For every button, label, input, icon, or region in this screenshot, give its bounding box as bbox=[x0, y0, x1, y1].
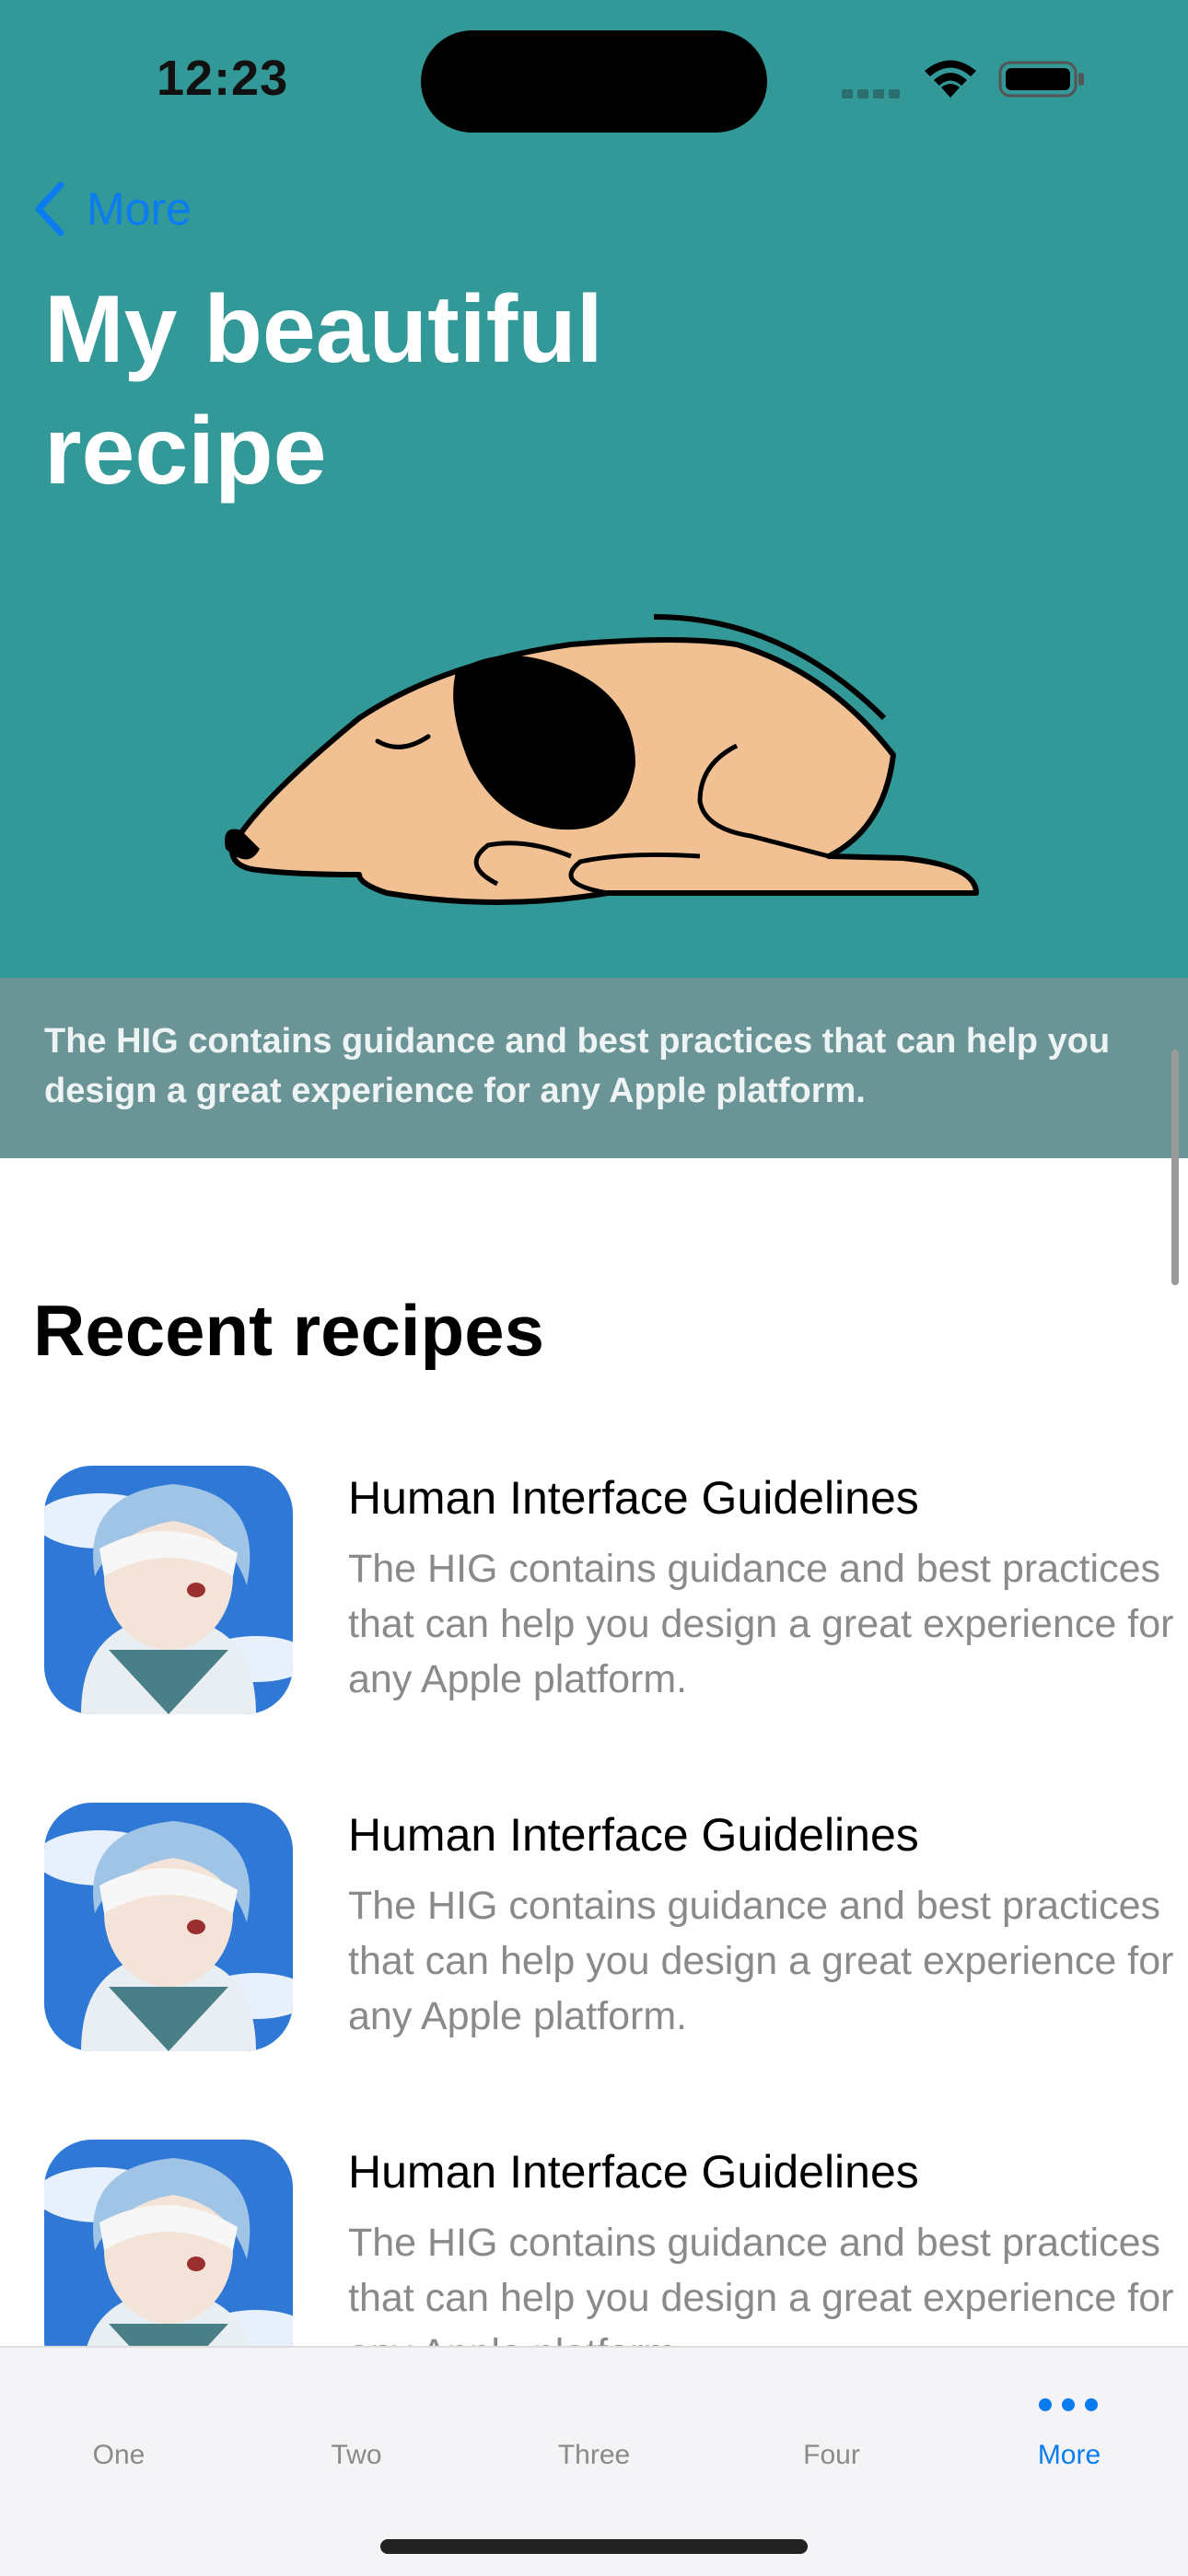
tab-more[interactable]: More bbox=[950, 2440, 1188, 2471]
wifi-icon bbox=[925, 60, 976, 98]
section-title: Recent recipes bbox=[33, 1290, 544, 1371]
list-item[interactable]: Human Interface Guidelines The HIG conta… bbox=[44, 1466, 1173, 1742]
tab-one[interactable]: One bbox=[0, 2440, 238, 2471]
recipe-title: Human Interface Guidelines bbox=[348, 1472, 919, 1524]
dynamic-island bbox=[421, 30, 767, 133]
recipe-thumbnail bbox=[44, 1803, 293, 2051]
chevron-left-icon bbox=[35, 181, 64, 237]
recipe-description: The HIG contains guidance and best pract… bbox=[348, 1547, 1174, 1701]
back-button[interactable]: More bbox=[33, 180, 192, 238]
more-dots-icon[interactable] bbox=[1036, 2394, 1101, 2416]
recipe-thumbnail bbox=[44, 1466, 293, 1714]
cellular-signal-icon bbox=[842, 87, 904, 103]
battery-icon bbox=[998, 61, 1084, 98]
list-item[interactable]: Human Interface Guidelines The HIG conta… bbox=[44, 1803, 1173, 2079]
tab-three[interactable]: Three bbox=[475, 2440, 713, 2471]
recipe-title: Human Interface Guidelines bbox=[348, 2146, 919, 2198]
page-title: My beautiful recipe bbox=[44, 276, 603, 505]
scroll-indicator[interactable] bbox=[1171, 1050, 1179, 1285]
home-indicator[interactable] bbox=[380, 2539, 808, 2554]
recipe-description: The HIG contains guidance and best pract… bbox=[348, 1884, 1174, 2038]
sleeping-dog-illustration bbox=[225, 614, 979, 905]
recipe-title: Human Interface Guidelines bbox=[348, 1809, 919, 1861]
hero-header: 12:23 More My beautiful recipe The HIG c… bbox=[0, 0, 1188, 1158]
tab-two[interactable]: Two bbox=[238, 2440, 475, 2471]
back-label: More bbox=[87, 183, 192, 235]
tab-four[interactable]: Four bbox=[713, 2440, 950, 2471]
hero-caption: The HIG contains guidance and best pract… bbox=[44, 1022, 1111, 1110]
status-time: 12:23 bbox=[157, 51, 289, 106]
